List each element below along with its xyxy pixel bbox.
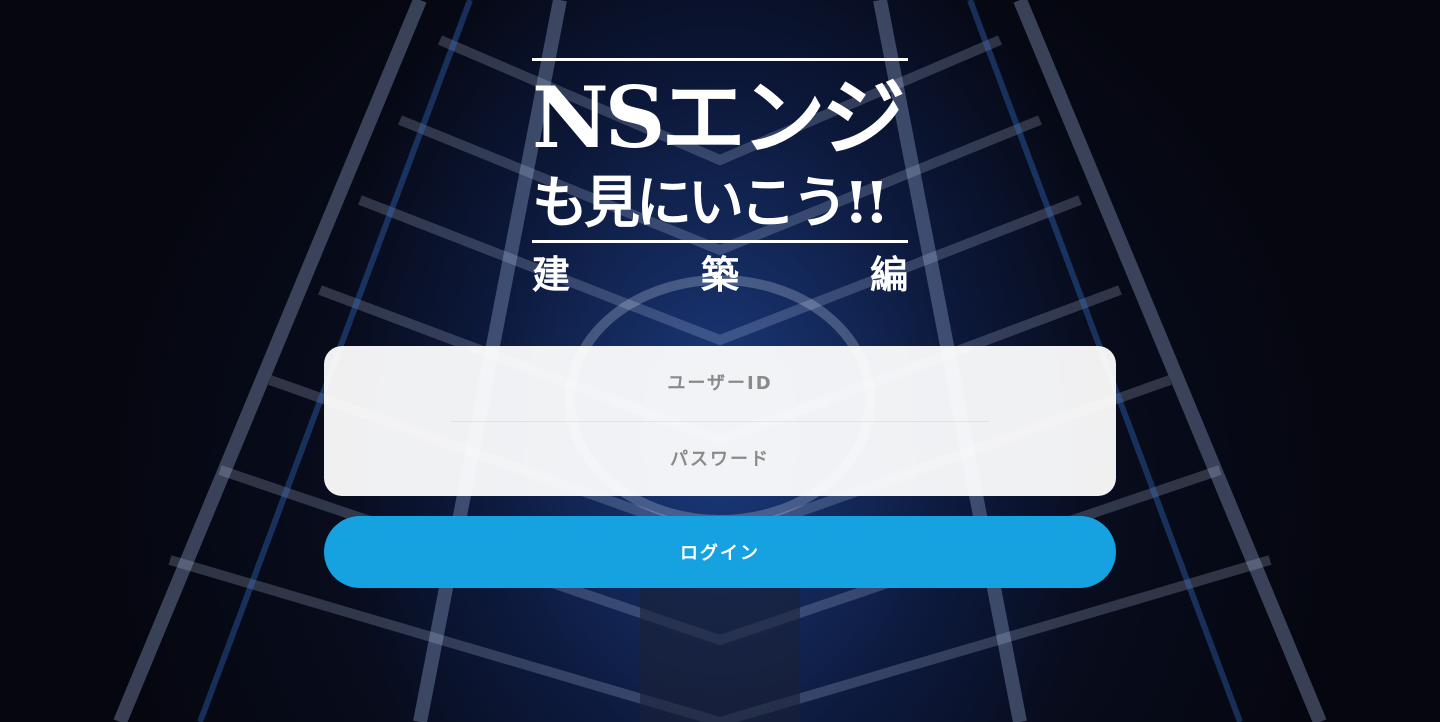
- logo-subtitle: も見にいこう!!: [532, 170, 889, 236]
- login-form: [324, 346, 1116, 496]
- app-logo: NSエンジ も見にいこう!! 建 築 編: [532, 58, 908, 298]
- user-id-input[interactable]: [324, 346, 1116, 421]
- logo-bottom-rule: [532, 240, 908, 243]
- logo-category-char: 築: [700, 252, 739, 297]
- logo-top-rule: [532, 58, 908, 61]
- logo-category-char: 編: [869, 252, 908, 297]
- logo-title: NSエンジ: [532, 68, 905, 167]
- login-button[interactable]: ログイン: [324, 516, 1116, 588]
- password-input[interactable]: [324, 422, 1116, 496]
- logo-category: 建 築 編: [532, 252, 908, 298]
- logo-category-char: 建: [532, 252, 571, 297]
